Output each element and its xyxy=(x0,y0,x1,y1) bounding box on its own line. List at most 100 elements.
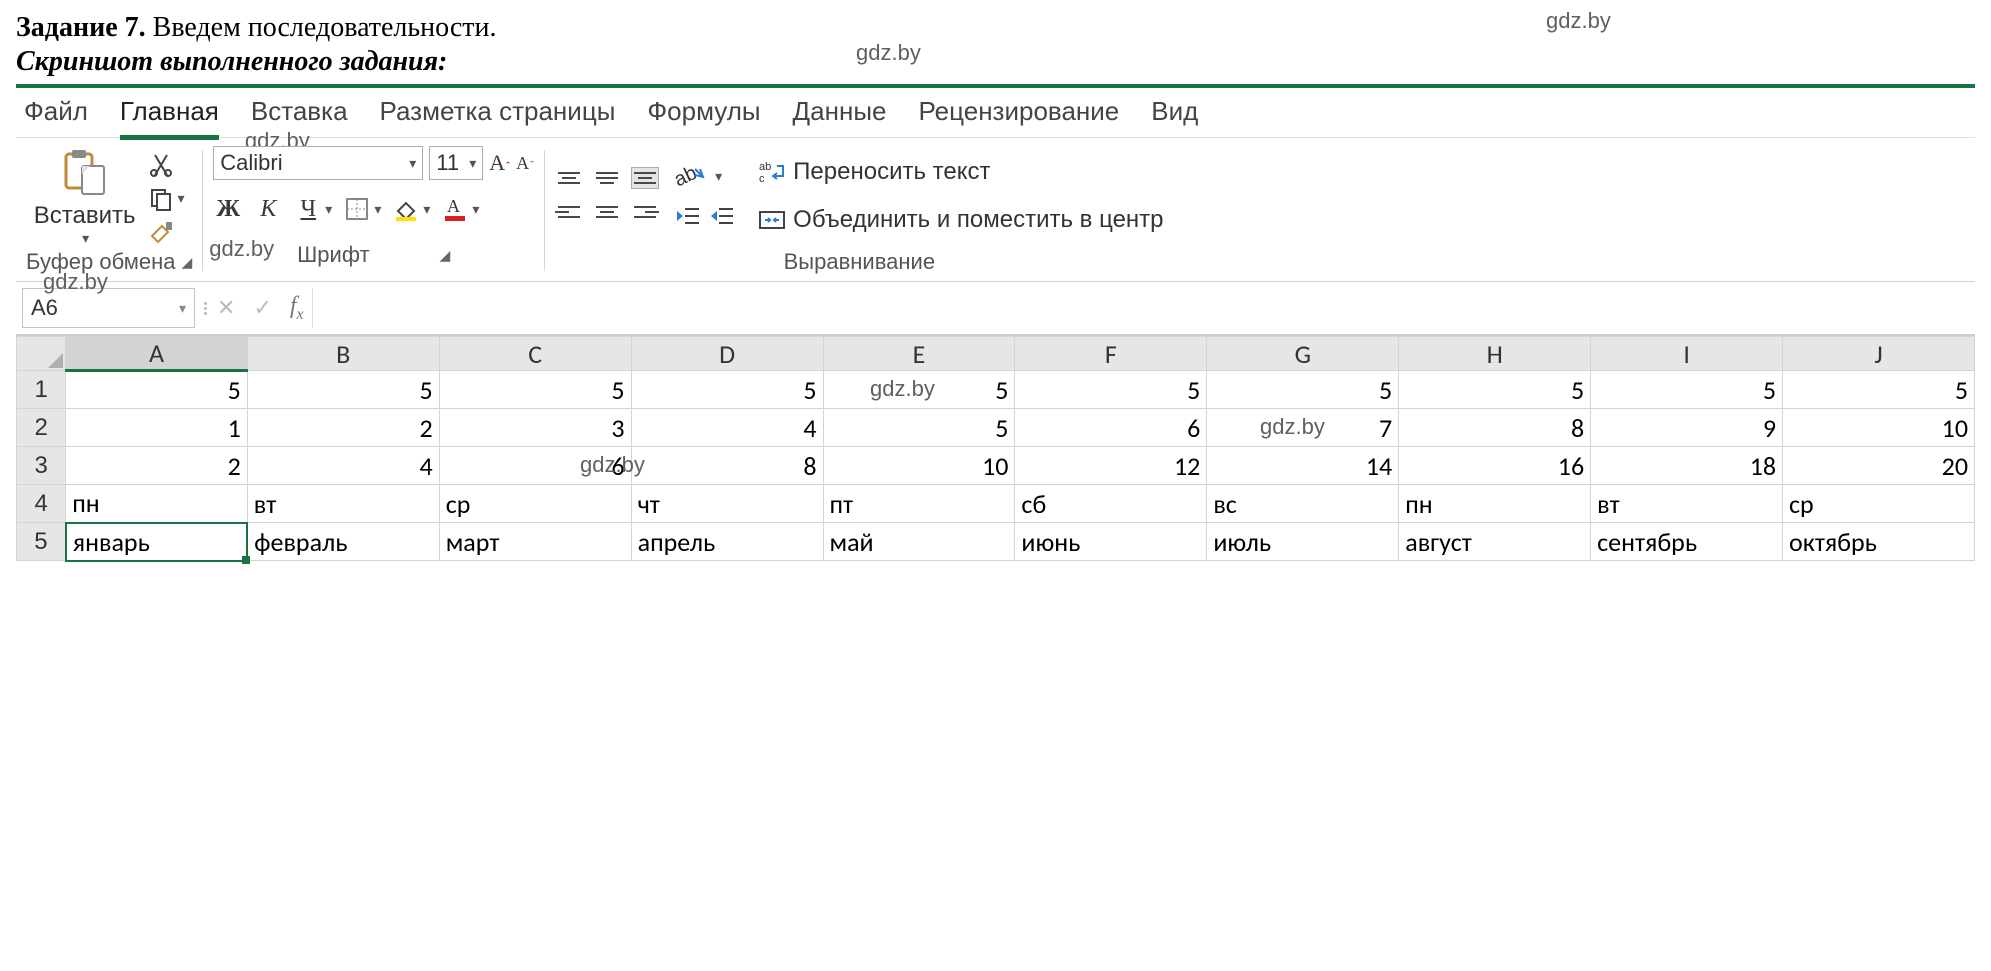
align-middle-icon[interactable] xyxy=(593,167,621,189)
copy-icon[interactable] xyxy=(147,185,175,213)
decrease-font-icon[interactable]: Aˇ xyxy=(516,153,534,174)
select-all-corner[interactable] xyxy=(17,337,66,371)
font-color-icon[interactable]: A xyxy=(440,194,470,224)
cell[interactable]: сентябрь xyxy=(1591,523,1783,561)
tab-data[interactable]: Данные xyxy=(793,92,887,131)
cell[interactable]: 5 xyxy=(1207,371,1399,409)
chevron-down-icon[interactable]: ▾ xyxy=(374,201,381,218)
row-header[interactable]: 3 xyxy=(17,447,66,485)
col-header[interactable]: E xyxy=(823,337,1015,371)
enter-formula-icon[interactable]: ✓ xyxy=(253,295,271,321)
cell[interactable]: март xyxy=(439,523,631,561)
font-name-select[interactable]: Calibri ▾ xyxy=(213,146,423,180)
cell[interactable]: 8 xyxy=(631,447,823,485)
decrease-indent-icon[interactable] xyxy=(675,205,701,227)
cell[interactable]: 16 xyxy=(1399,447,1591,485)
tab-formulas[interactable]: Формулы xyxy=(647,92,760,131)
chevron-down-icon[interactable]: ▾ xyxy=(715,168,722,185)
row-header[interactable]: 4 xyxy=(17,485,66,523)
tab-layout[interactable]: Разметка страницы xyxy=(380,92,616,131)
fx-icon[interactable]: fx xyxy=(290,293,304,324)
cell[interactable]: ср xyxy=(439,485,631,523)
col-header[interactable]: B xyxy=(247,337,439,371)
align-right-icon[interactable] xyxy=(631,201,659,223)
cell[interactable]: 5 xyxy=(631,371,823,409)
cell[interactable]: 6 xyxy=(1015,409,1207,447)
chevron-down-icon[interactable]: ▾ xyxy=(179,300,186,317)
cell[interactable]: 5 xyxy=(1783,371,1975,409)
underline-button[interactable]: Ч xyxy=(293,194,323,224)
cell[interactable]: чт xyxy=(631,485,823,523)
tab-insert[interactable]: Вставка gdz.by xyxy=(251,92,348,131)
align-center-icon[interactable] xyxy=(593,201,621,223)
col-header[interactable]: H xyxy=(1399,337,1591,371)
cell[interactable]: 5 xyxy=(1015,371,1207,409)
italic-button[interactable]: К xyxy=(253,194,283,224)
cell[interactable]: 10 xyxy=(823,447,1015,485)
row-header[interactable]: 5 xyxy=(17,523,66,561)
tab-file[interactable]: Файл xyxy=(24,92,88,131)
cell[interactable]: 3 xyxy=(439,409,631,447)
cell[interactable]: 18 xyxy=(1591,447,1783,485)
formula-input[interactable] xyxy=(312,288,1975,328)
col-header[interactable]: I xyxy=(1591,337,1783,371)
fill-color-icon[interactable] xyxy=(391,194,421,224)
col-header[interactable]: D xyxy=(631,337,823,371)
align-left-icon[interactable] xyxy=(555,201,583,223)
cell[interactable]: пт xyxy=(823,485,1015,523)
tab-home[interactable]: Главная xyxy=(120,92,219,131)
cell[interactable]: 5 xyxy=(439,371,631,409)
cell[interactable]: 20 xyxy=(1783,447,1975,485)
dialog-launcher-icon[interactable]: ◢ xyxy=(440,247,451,264)
cell[interactable]: май xyxy=(823,523,1015,561)
cell[interactable]: август xyxy=(1399,523,1591,561)
col-header[interactable]: J xyxy=(1783,337,1975,371)
cell[interactable]: вт xyxy=(1591,485,1783,523)
align-bottom-icon[interactable] xyxy=(631,167,659,189)
align-top-icon[interactable] xyxy=(555,167,583,189)
cancel-formula-icon[interactable]: ✕ xyxy=(217,295,235,321)
cell[interactable]: 4 xyxy=(631,409,823,447)
chevron-down-icon[interactable]: ▾ xyxy=(409,155,416,172)
orientation-icon[interactable]: ab ▾ xyxy=(675,163,735,191)
cell[interactable]: ср xyxy=(1783,485,1975,523)
bold-button[interactable]: Ж xyxy=(213,194,243,224)
increase-font-icon[interactable]: Aˆ xyxy=(489,150,510,176)
chevron-down-icon[interactable]: ▾ xyxy=(325,201,332,218)
col-header[interactable]: F xyxy=(1015,337,1207,371)
paste-button[interactable]: Вставить ▾ xyxy=(34,146,142,247)
wrap-text-button[interactable]: abc Переносить текст xyxy=(759,158,1163,186)
cell[interactable]: пн xyxy=(1399,485,1591,523)
merge-center-button[interactable]: Объединить и поместить в центр xyxy=(759,206,1163,234)
col-header[interactable]: A xyxy=(66,337,248,371)
col-header[interactable]: C xyxy=(439,337,631,371)
name-box[interactable]: gdz.by A6 ▾ xyxy=(22,288,195,328)
font-size-select[interactable]: 11 ▾ xyxy=(429,146,483,180)
row-header[interactable]: 1 xyxy=(17,371,66,409)
format-painter-icon[interactable] xyxy=(147,219,175,247)
tab-view[interactable]: Вид xyxy=(1151,92,1198,131)
chevron-down-icon[interactable]: ▾ xyxy=(82,230,89,247)
cell[interactable]: 5 xyxy=(247,371,439,409)
cell[interactable]: 2 xyxy=(247,409,439,447)
cell[interactable]: апрель xyxy=(631,523,823,561)
increase-indent-icon[interactable] xyxy=(709,205,735,227)
cell[interactable]: пн xyxy=(66,485,248,523)
cell[interactable]: 5 xyxy=(66,371,248,409)
cell[interactable]: 5 xyxy=(1399,371,1591,409)
dialog-launcher-icon[interactable]: ◢ xyxy=(182,254,193,271)
cell[interactable]: 5 xyxy=(1591,371,1783,409)
cell[interactable]: 12 xyxy=(1015,447,1207,485)
cell[interactable]: вт xyxy=(247,485,439,523)
cut-icon[interactable] xyxy=(147,151,175,179)
cell[interactable]: октябрь xyxy=(1783,523,1975,561)
cell[interactable]: 14 xyxy=(1207,447,1399,485)
chevron-down-icon[interactable]: ▾ xyxy=(469,155,476,172)
cell[interactable]: вс xyxy=(1207,485,1399,523)
cell[interactable]: сб xyxy=(1015,485,1207,523)
cell[interactable]: 2 xyxy=(66,447,248,485)
cell[interactable]: 5 xyxy=(823,409,1015,447)
cell[interactable]: 1 xyxy=(66,409,248,447)
cell[interactable]: 9 xyxy=(1591,409,1783,447)
borders-icon[interactable] xyxy=(342,194,372,224)
